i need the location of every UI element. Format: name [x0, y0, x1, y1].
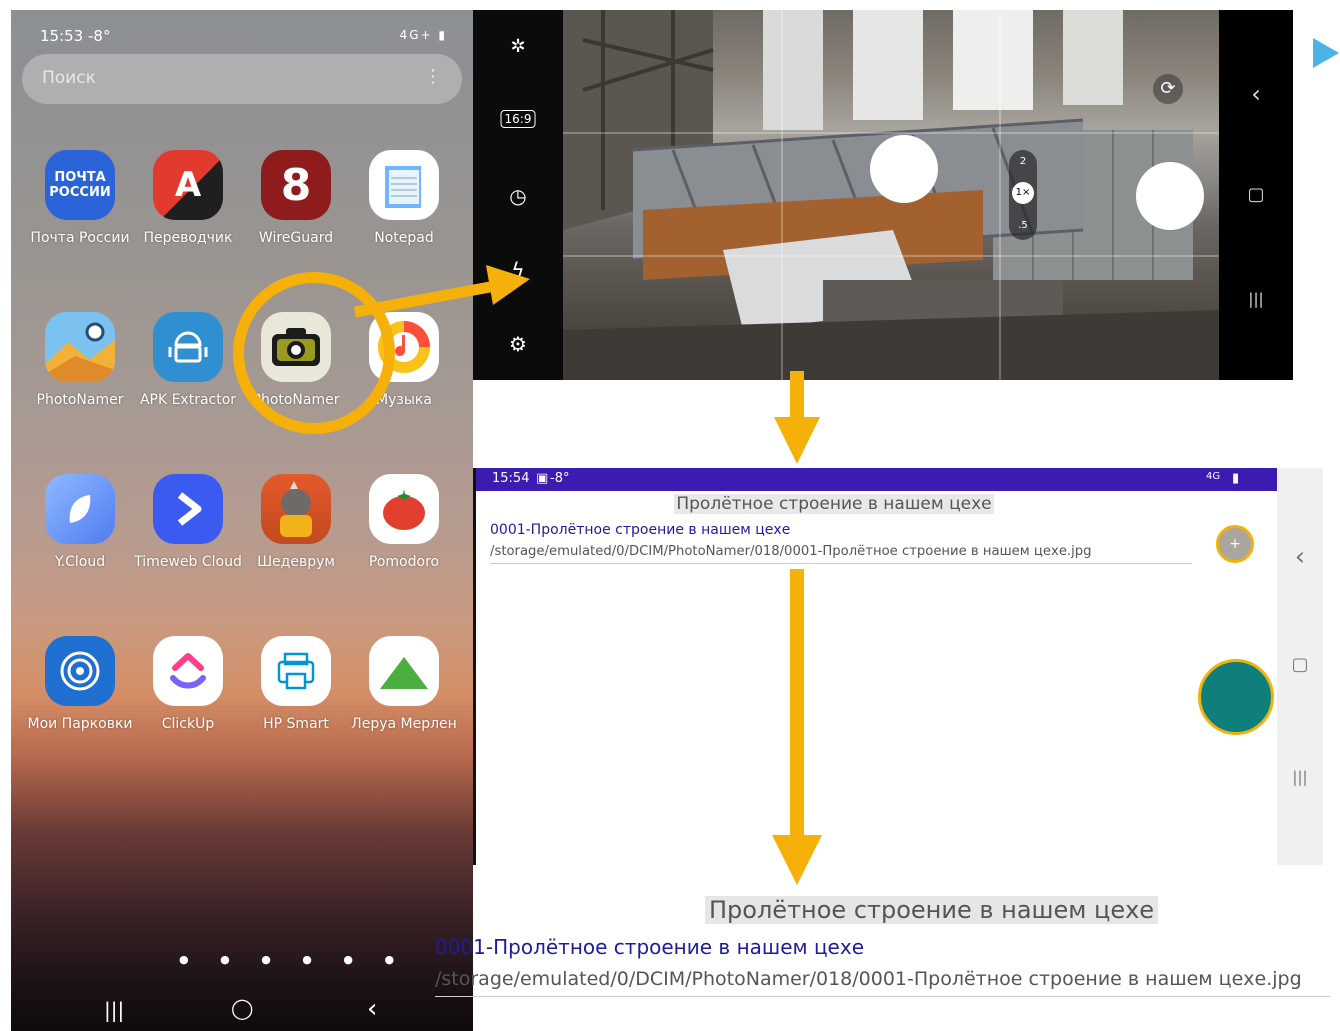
arrow-head-zoom: [772, 835, 822, 885]
arrow-to-camera: [353, 281, 492, 318]
play-icon: [1313, 38, 1339, 68]
annotation-arrows: [353, 265, 822, 885]
arrow-to-app: [790, 371, 804, 419]
arrow-head-app: [774, 417, 820, 464]
arrow-to-zoom: [790, 569, 804, 837]
arrow-head-camera: [486, 265, 530, 305]
